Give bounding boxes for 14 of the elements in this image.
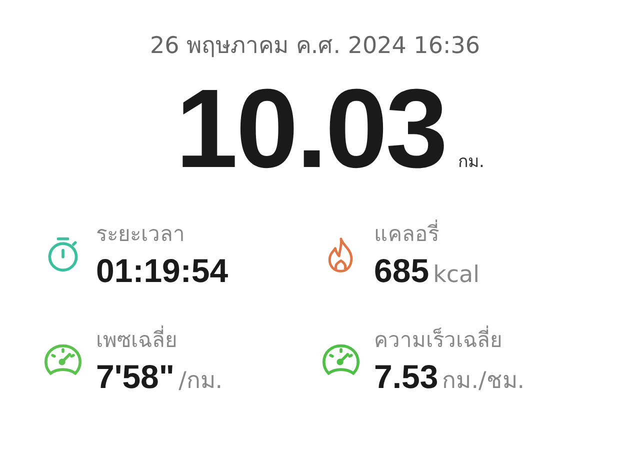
distance-value: 10.03	[176, 70, 446, 188]
stat-value: 7.53	[374, 357, 438, 397]
stat-label: แคลอรี่	[374, 218, 480, 250]
stat-label: ระยะเวลา	[96, 221, 186, 248]
stat-unit: kcal	[433, 262, 480, 288]
stat-value: 7'58"	[96, 357, 175, 397]
stat-unit: /กม.	[178, 367, 223, 396]
stat-label: ความเร็วเฉลี่ย	[374, 324, 525, 356]
stat-value: 685	[374, 251, 430, 291]
stat-value: 01:19:54	[96, 251, 228, 291]
stat-unit: กม./ชม.	[442, 367, 525, 396]
workout-date: 26 พฤษภาคม ค.ศ. 2024 16:36	[149, 32, 481, 61]
distance-unit: กม.	[458, 151, 484, 174]
stat-label: เพซเฉลี่ย	[96, 324, 223, 356]
